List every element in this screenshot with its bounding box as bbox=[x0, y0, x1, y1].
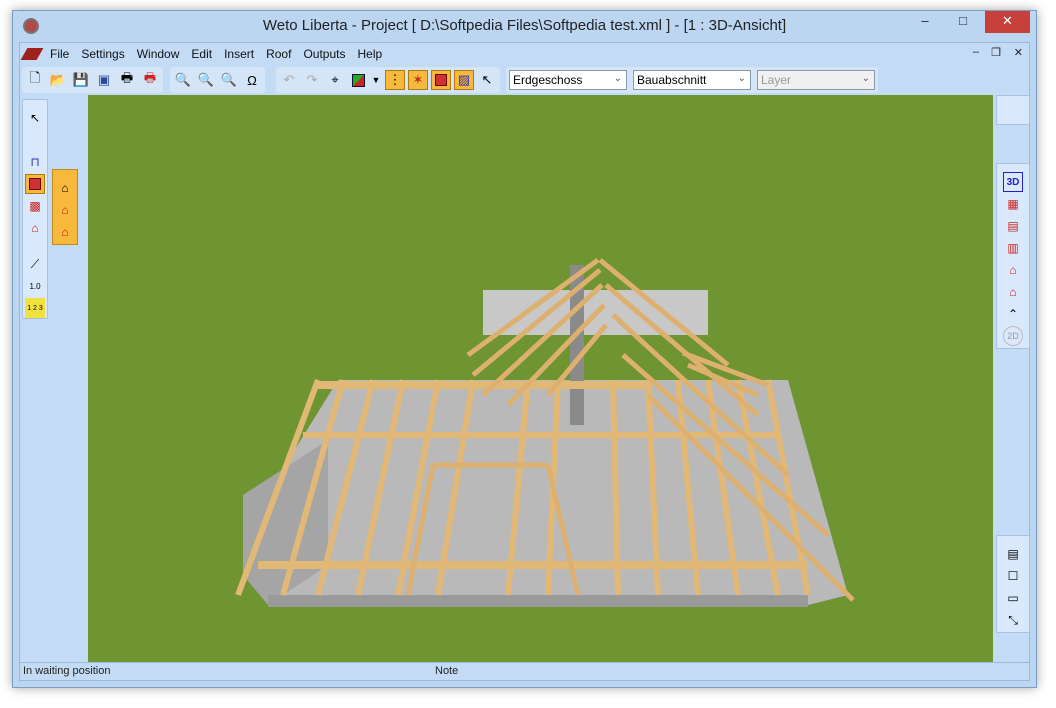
menu-settings[interactable]: Settings bbox=[75, 47, 130, 61]
line-icon[interactable]: ⟋ bbox=[25, 254, 45, 274]
status-note: Note bbox=[435, 665, 459, 677]
dimension-icon[interactable]: 1.0 bbox=[25, 276, 45, 296]
hatch-icon[interactable]: ▨ bbox=[454, 70, 474, 90]
mdi-close-button[interactable]: ✕ bbox=[1014, 46, 1023, 59]
right-toolbar-bottom: ▤ ☐ ▭ ⤡ bbox=[996, 535, 1030, 633]
house-side-icon[interactable]: ⌂ bbox=[1003, 282, 1023, 302]
edit-toolbar: ↶ ↷ ⌖ ▼ bbox=[276, 67, 384, 93]
menu-insert[interactable]: Insert bbox=[218, 47, 260, 61]
house-front-icon[interactable]: ⌂ bbox=[1003, 260, 1023, 280]
file-toolbar: 🗋 📂 💾 ▣ 🖶 🖶 bbox=[22, 67, 163, 93]
3d-view-icon[interactable]: 3D bbox=[1003, 172, 1023, 192]
slab-edge bbox=[268, 595, 808, 607]
roof-outline-icon[interactable]: ⌃ bbox=[1003, 304, 1023, 324]
right-toolbar: 3D ▦ ▤ ▥ ⌂ ⌂ ⌃ 2D bbox=[996, 163, 1030, 349]
close-button[interactable]: ✕ bbox=[985, 11, 1030, 33]
window-restore-icon[interactable]: ⤡ bbox=[1003, 610, 1023, 630]
zoom-window-icon[interactable]: 🔍 bbox=[219, 70, 239, 90]
app-menu-icon bbox=[20, 48, 44, 60]
redo-icon[interactable]: ↷ bbox=[302, 70, 322, 90]
menu-file[interactable]: File bbox=[44, 47, 75, 61]
dropdown-arrow-icon[interactable]: ▼ bbox=[371, 70, 381, 90]
menu-bar: File Settings Window Edit Insert Roof Ou… bbox=[20, 43, 1029, 65]
roof-edit-icon[interactable]: ⌂ bbox=[55, 178, 75, 198]
selector-toolbar: Erdgeschoss ⌄ Bauabschnitt ⌄ Layer ⌄ bbox=[506, 67, 878, 93]
mdi-restore-button[interactable]: ❐ bbox=[991, 46, 1001, 59]
maximize-button[interactable]: □ bbox=[948, 11, 978, 33]
print-pdf-icon[interactable]: 🖶 bbox=[140, 70, 160, 90]
zoom-text-icon[interactable]: Ω bbox=[242, 70, 262, 90]
zoom-toolbar: 🔍 🔍 🔍 Ω bbox=[170, 67, 265, 93]
house-icon[interactable]: ⌂ bbox=[25, 218, 45, 238]
roof-down-icon[interactable]: ⌂ bbox=[55, 222, 75, 242]
chevron-down-icon: ⌄ bbox=[861, 73, 870, 84]
pointer-icon[interactable]: ↖ bbox=[25, 108, 45, 128]
view-toolbar: ⋮ ✶ ▨ ↖ bbox=[382, 67, 500, 93]
section-select[interactable]: Bauabschnitt ⌄ bbox=[633, 70, 751, 90]
section-icon[interactable]: ▤ bbox=[1003, 216, 1023, 236]
wall-layout-icon[interactable]: ⋮ bbox=[385, 70, 405, 90]
window-normal-icon[interactable]: ☐ bbox=[1003, 566, 1023, 586]
roof-toolbar: ⌂ ⌂ ⌂ bbox=[52, 169, 78, 245]
layer-select[interactable]: Layer ⌄ bbox=[757, 70, 875, 90]
wall-icon[interactable]: ⊓ bbox=[25, 152, 45, 172]
save-all-icon[interactable]: ▣ bbox=[94, 70, 114, 90]
minimize-button[interactable]: – bbox=[910, 11, 940, 33]
right-toolbar-top bbox=[996, 95, 1030, 125]
roof-corner-icon[interactable] bbox=[25, 174, 45, 194]
layer-select-value: Layer bbox=[761, 73, 792, 87]
hatch-square-icon[interactable]: ▩ bbox=[25, 196, 45, 216]
menu-window[interactable]: Window bbox=[131, 47, 186, 61]
chevron-down-icon: ⌄ bbox=[613, 73, 622, 84]
status-text: In waiting position bbox=[23, 665, 111, 677]
table-icon[interactable]: ▤ bbox=[1003, 544, 1023, 564]
menu-edit[interactable]: Edit bbox=[185, 47, 218, 61]
pointer-icon[interactable]: ↖ bbox=[477, 70, 497, 90]
ruler-icon[interactable]: 1 2 3 bbox=[25, 298, 45, 318]
roof-3d-model bbox=[235, 257, 855, 607]
status-bar: In waiting position Note bbox=[20, 662, 1029, 680]
save-icon[interactable]: 💾 bbox=[71, 70, 91, 90]
roof-star-icon[interactable]: ✶ bbox=[408, 70, 428, 90]
roof-red-icon[interactable] bbox=[431, 70, 451, 90]
zoom-out-icon[interactable]: 🔍 bbox=[196, 70, 216, 90]
floor-plan-icon[interactable]: ▦ bbox=[1003, 194, 1023, 214]
menu-outputs[interactable]: Outputs bbox=[297, 47, 351, 61]
menu-roof[interactable]: Roof bbox=[260, 47, 297, 61]
section-select-value: Bauabschnitt bbox=[637, 73, 707, 87]
window-title: Weto Liberta - Project [ D:\Softpedia Fi… bbox=[262, 17, 787, 34]
new-icon[interactable]: 🗋 bbox=[25, 70, 45, 90]
left-toolbar: ↖ ⊓ ▩ ⌂ ⟋ 1.0 1 2 3 bbox=[22, 99, 48, 319]
menu-help[interactable]: Help bbox=[351, 47, 388, 61]
3d-cube-icon[interactable] bbox=[348, 70, 368, 90]
elevation-icon[interactable]: ▥ bbox=[1003, 238, 1023, 258]
floor-select-value: Erdgeschoss bbox=[513, 73, 583, 87]
zoom-in-icon[interactable]: 🔍 bbox=[173, 70, 193, 90]
undo-icon[interactable]: ↶ bbox=[279, 70, 299, 90]
app-window: Weto Liberta - Project [ D:\Softpedia Fi… bbox=[12, 10, 1037, 688]
open-icon[interactable]: 📂 bbox=[48, 70, 68, 90]
crosshair-icon[interactable]: ⌖ bbox=[325, 70, 345, 90]
print-icon[interactable]: 🖶 bbox=[117, 70, 137, 90]
2d-view-icon[interactable]: 2D bbox=[1003, 326, 1023, 346]
chevron-down-icon: ⌄ bbox=[737, 73, 746, 84]
mdi-minimize-button[interactable]: – bbox=[973, 46, 979, 58]
floor-select[interactable]: Erdgeschoss ⌄ bbox=[509, 70, 627, 90]
window-min-icon[interactable]: ▭ bbox=[1003, 588, 1023, 608]
3d-viewport[interactable] bbox=[88, 95, 993, 663]
roof-red-icon[interactable]: ⌂ bbox=[55, 200, 75, 220]
